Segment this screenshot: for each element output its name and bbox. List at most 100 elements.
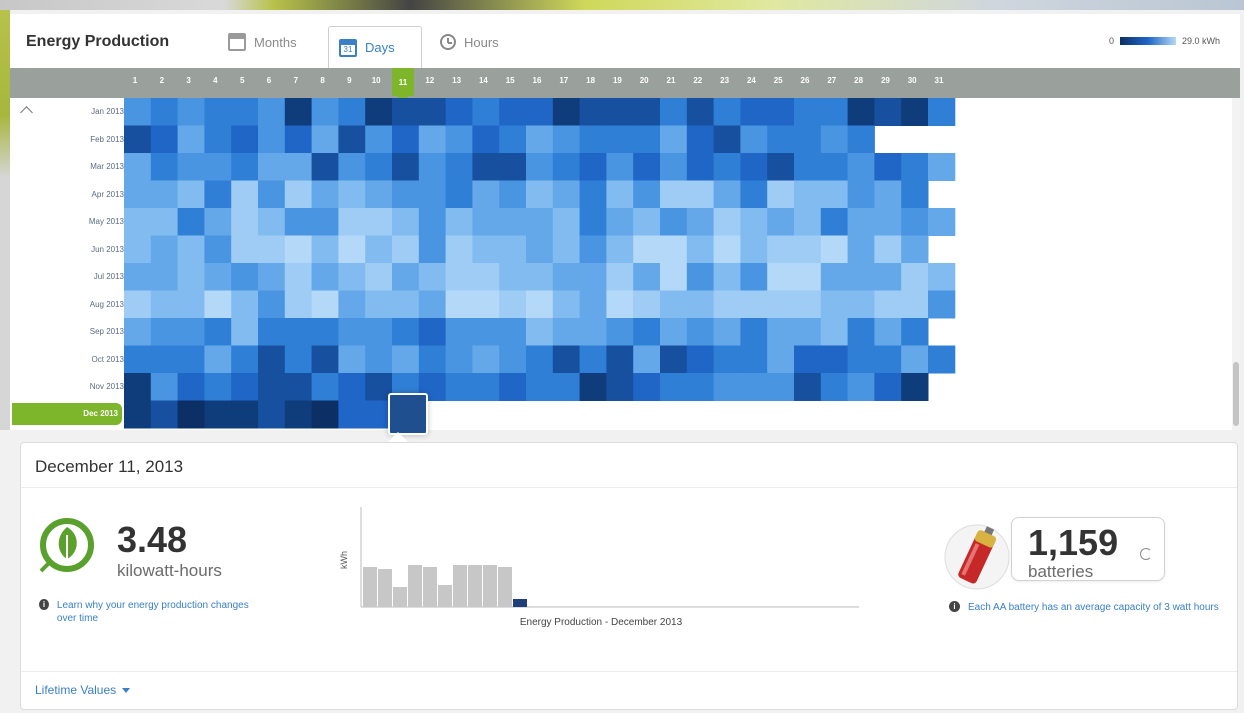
- heatmap-cell[interactable]: [552, 263, 581, 291]
- heatmap-cell[interactable]: [794, 208, 822, 236]
- heatmap-cell[interactable]: [901, 290, 929, 319]
- heatmap-cell[interactable]: [311, 98, 339, 126]
- day-label-18[interactable]: 18: [580, 76, 602, 85]
- heatmap-cell[interactable]: [740, 208, 768, 236]
- heatmap-cell[interactable]: [150, 98, 179, 126]
- heatmap-cell[interactable]: [633, 373, 661, 401]
- heatmap-cell[interactable]: [847, 373, 875, 401]
- heatmap-cell[interactable]: [660, 318, 688, 346]
- heatmap-cell[interactable]: [660, 373, 688, 401]
- heatmap-cell[interactable]: [901, 98, 929, 126]
- heatmap-cell[interactable]: [579, 180, 607, 209]
- heatmap-cell[interactable]: [392, 180, 420, 209]
- heatmap-cell[interactable]: [901, 318, 929, 346]
- heatmap-cell[interactable]: [124, 153, 152, 181]
- heatmap-cell[interactable]: [338, 180, 366, 209]
- heatmap-cell[interactable]: [928, 345, 956, 374]
- heatmap-cell[interactable]: [928, 98, 956, 126]
- heatmap-cell[interactable]: [499, 318, 527, 346]
- heatmap-cell[interactable]: [874, 345, 902, 374]
- heatmap-cell[interactable]: [392, 318, 420, 346]
- heatmap-cell[interactable]: [284, 263, 313, 291]
- day-label-2[interactable]: 2: [151, 76, 173, 85]
- heatmap-cell[interactable]: [472, 180, 500, 209]
- heatmap-cell[interactable]: [365, 290, 393, 319]
- heatmap-cell[interactable]: [928, 290, 956, 319]
- refresh-icon[interactable]: [1140, 548, 1152, 560]
- heatmap-cell[interactable]: [847, 153, 875, 181]
- heatmap-cell[interactable]: [847, 208, 875, 236]
- heatmap-cell[interactable]: [204, 125, 232, 154]
- heatmap-cell[interactable]: [258, 235, 286, 264]
- scrollbar[interactable]: [1232, 98, 1240, 430]
- heatmap-cell[interactable]: [526, 263, 554, 291]
- day-label-23[interactable]: 23: [714, 76, 736, 85]
- heatmap-cell[interactable]: [231, 153, 259, 181]
- heatmap-cell[interactable]: [472, 125, 500, 154]
- heatmap-cell[interactable]: [311, 235, 339, 264]
- heatmap-cell[interactable]: [392, 235, 420, 264]
- heatmap-cell[interactable]: [204, 373, 232, 401]
- day-label-19[interactable]: 19: [606, 76, 628, 85]
- heatmap-cell[interactable]: [150, 318, 179, 346]
- heatmap-cell[interactable]: [445, 98, 473, 126]
- heatmap-cell[interactable]: [365, 125, 393, 154]
- heatmap-cell[interactable]: [472, 263, 500, 291]
- heatmap-cell[interactable]: [284, 373, 313, 401]
- heatmap-cell[interactable]: [606, 318, 634, 346]
- heatmap-cell[interactable]: [633, 98, 661, 126]
- heatmap-cell[interactable]: [633, 235, 661, 264]
- heatmap-cell[interactable]: [552, 125, 581, 154]
- heatmap-cell[interactable]: [177, 180, 205, 209]
- heatmap-cell[interactable]: [740, 98, 768, 126]
- heatmap-cell[interactable]: [794, 125, 822, 154]
- day-label-31[interactable]: 31: [928, 76, 950, 85]
- heatmap-cell[interactable]: [418, 153, 447, 181]
- month-label[interactable]: Aug 2013: [50, 300, 124, 309]
- heatmap-grid[interactable]: [10, 98, 1240, 430]
- heatmap-cell[interactable]: [258, 125, 286, 154]
- heatmap-cell[interactable]: [472, 208, 500, 236]
- heatmap-cell[interactable]: [686, 263, 715, 291]
- heatmap-cell[interactable]: [794, 345, 822, 374]
- heatmap-cell[interactable]: [499, 125, 527, 154]
- heatmap-cell[interactable]: [472, 345, 500, 374]
- heatmap-cell[interactable]: [445, 153, 473, 181]
- heatmap-cell[interactable]: [847, 98, 875, 126]
- heatmap-cell[interactable]: [901, 235, 929, 264]
- heatmap-cell[interactable]: [338, 345, 366, 374]
- heatmap-cell[interactable]: [579, 263, 607, 291]
- heatmap-cell[interactable]: [365, 235, 393, 264]
- heatmap-cell[interactable]: [794, 180, 822, 209]
- heatmap-cell[interactable]: [177, 263, 205, 291]
- heatmap-cell[interactable]: [606, 263, 634, 291]
- heatmap-cell[interactable]: [633, 290, 661, 319]
- heatmap-cell[interactable]: [338, 318, 366, 346]
- heatmap-cell[interactable]: [258, 208, 286, 236]
- heatmap-cell[interactable]: [177, 208, 205, 236]
- heatmap-cell[interactable]: [579, 235, 607, 264]
- heatmap-cell[interactable]: [392, 98, 420, 126]
- heatmap-cell[interactable]: [579, 125, 607, 154]
- day-label-25[interactable]: 25: [767, 76, 789, 85]
- heatmap-cell[interactable]: [231, 235, 259, 264]
- heatmap-cell[interactable]: [124, 125, 152, 154]
- heatmap-cell[interactable]: [338, 208, 366, 236]
- heatmap-cell[interactable]: [713, 290, 741, 319]
- heatmap-cell[interactable]: [365, 345, 393, 374]
- heatmap-cell[interactable]: [767, 153, 795, 181]
- heatmap-cell[interactable]: [820, 180, 849, 209]
- heatmap-cell[interactable]: [847, 235, 875, 264]
- heatmap-cell[interactable]: [660, 235, 688, 264]
- heatmap-cell[interactable]: [418, 180, 447, 209]
- heatmap-cell[interactable]: [526, 180, 554, 209]
- day-label-15[interactable]: 15: [499, 76, 521, 85]
- heatmap-cell[interactable]: [258, 373, 286, 401]
- heatmap-cell[interactable]: [740, 235, 768, 264]
- month-label[interactable]: Oct 2013: [50, 355, 124, 364]
- heatmap-cell[interactable]: [767, 263, 795, 291]
- heatmap-cell[interactable]: [445, 263, 473, 291]
- heatmap-cell[interactable]: [418, 318, 447, 346]
- heatmap-cell[interactable]: [311, 318, 339, 346]
- heatmap-cell[interactable]: [204, 98, 232, 126]
